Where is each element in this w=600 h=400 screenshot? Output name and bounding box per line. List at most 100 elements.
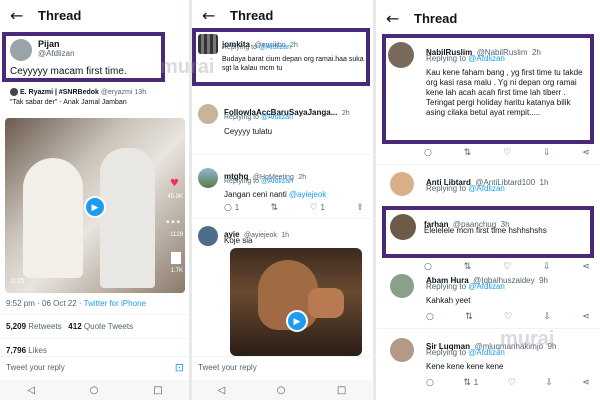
system-nav-bar: ◁ ○ □ [0,380,190,400]
bookmark-icon[interactable]: ⇩ [544,312,552,322]
nav-home-icon[interactable]: ○ [277,385,286,396]
watermark: murai [500,328,555,350]
nav-back-icon[interactable]: ◁ [27,385,35,396]
tweet-text: Kene kene kene kene [426,362,504,371]
nav-recent-icon[interactable]: □ [153,385,162,396]
reply-tweet-highlight[interactable]: farhan @paanchug 3h Elelelele mcm first … [382,206,594,258]
quoted-tweet-header[interactable]: E. Ryazmi | #SNRBedok @eryazmi 13h "Tak … [10,88,185,106]
likes-stats[interactable]: 7,796 Likes [6,346,47,355]
main-tweet-highlight: Pijan @Afdlizan Ceyyyyy macam first time… [2,32,165,82]
avatar[interactable] [390,338,414,362]
retweet-icon[interactable]: ⇅ [464,148,472,158]
back-arrow-icon[interactable]: ← [202,6,222,25]
like-icon[interactable]: ♡ [503,148,511,158]
retweet-count[interactable]: 5,209 [6,322,26,331]
quoted-video[interactable]: ▶ 0:25 ♥ 45.0K ••• 1129 1.7K [5,118,185,293]
mention-link[interactable]: @Afdlizan [468,184,505,193]
reply-tweet-highlight[interactable]: jomkita @encikbo 2h Replying to @Afdliza… [192,28,370,86]
bookmark-icon[interactable]: ⇩ [545,378,553,388]
share-icon[interactable]: ⋖ [582,378,590,388]
reply-input[interactable]: Tweet your reply [198,363,257,372]
avatar[interactable] [390,172,414,196]
like-icon[interactable]: ♡ [504,312,512,322]
quote-count[interactable]: 412 [68,322,81,331]
quoted-time: 13h [134,88,147,96]
mention-link[interactable]: @Afdlizan [261,178,293,185]
reply-icon[interactable]: ○ [424,148,432,158]
share-icon[interactable]: ⇧ [356,203,364,213]
tweet-text: Elelelele mcm first time hshhshshs [424,226,547,235]
tweet-meta: 9:52 pm · 06 Oct 22 · Twitter for iPhone [6,299,146,308]
nav-back-icon[interactable]: ◁ [218,385,226,396]
share-icon[interactable]: ⋖ [582,312,590,322]
camera-icon[interactable]: ⊡ [175,361,184,374]
page-title: Thread [230,7,274,23]
replying-to: Replying to @Afdlizan [224,114,293,121]
mention-link[interactable]: @ayiejeok [289,190,326,199]
avatar[interactable] [388,42,414,68]
reply-icon[interactable]: ○ [426,312,434,322]
top-bar: ← Thread [192,0,372,30]
avatar[interactable] [390,214,416,240]
tweet-text: Jangan ceni nanti @ayiejeok [224,190,327,199]
play-icon[interactable]: ▶ [286,310,308,332]
replying-to: Replying to @Afdlizan [426,184,505,193]
share-icon[interactable]: ⋖ [582,262,590,272]
bookmark-icon[interactable]: ⇩ [543,148,551,158]
nav-home-icon[interactable]: ○ [90,385,99,396]
tweet-text: Ceyyyyy macam first time. [10,66,127,77]
tweet-actions: ○ ⇅ ♡ ⇩ ⋖ [426,312,590,322]
share-icon[interactable]: ⋖ [582,148,590,158]
mention-link[interactable]: @Afdlizan [259,44,291,51]
reply-bar[interactable]: Tweet your reply [192,356,372,378]
avatar[interactable] [198,34,218,54]
likes-total: 7,796 [6,346,27,355]
heart-icon[interactable]: ♥ [170,178,179,189]
like-icon[interactable]: ♡ [508,378,516,388]
comments-count: 1129 [170,232,183,238]
back-arrow-icon[interactable]: ← [10,6,30,25]
retweet-icon[interactable]: ⇅ 1 [463,378,478,388]
avatar[interactable] [10,39,32,61]
like-icon[interactable]: ♡ 1 [310,203,325,213]
replying-to: Replying to @Afdlizan [426,282,505,291]
user-name[interactable]: Pijan [38,39,75,49]
mention-link[interactable]: @Afdlizan [468,54,505,63]
mention-link[interactable]: @Afdlizan [261,114,293,121]
page-title: Thread [38,7,82,23]
reply-icon[interactable]: ○ [426,378,434,388]
video-figure-groom [100,148,155,288]
avatar[interactable] [198,168,218,188]
tweet-time: 2h [298,174,307,181]
play-icon[interactable]: ▶ [84,196,106,218]
retweet-icon[interactable]: ⇅ [465,312,473,322]
avatar[interactable] [198,226,218,246]
avatar[interactable] [198,104,218,124]
replying-to: Replying to @Afdlizan [224,178,293,185]
nav-recent-icon[interactable]: □ [337,385,346,396]
avatar[interactable] [390,274,414,298]
thread-panel-3: ← Thread NabilRuslim @NabilRuslim 2h Rep… [376,0,600,400]
tweet-text: Kau kene faham bang , yg first time tu t… [426,68,583,117]
reply-bar[interactable]: Tweet your reply ⊡ [0,356,190,378]
back-arrow-icon[interactable]: ← [386,9,406,28]
tweet-actions: ○ ⇅ ♡ ⇩ ⋖ [424,148,590,158]
retweet-icon[interactable]: ⇅ [271,203,279,213]
likes-label: Likes [28,346,47,355]
quoted-avatar [10,88,18,96]
bookmark-icon[interactable] [171,252,181,264]
user-handle[interactable]: @Afdlizan [38,49,75,58]
tweet-time: 9h [539,276,548,285]
quoted-handle: @eryazmi [100,88,133,96]
mention-link[interactable]: @Afdlizan [468,282,505,291]
tweet-actions: ○ 1 ⇅ ♡ 1 ⇧ [224,203,364,213]
quoted-user-name: E. Ryazmi | #SNRBedok [19,88,99,96]
meme-video[interactable]: ▶ [230,248,362,356]
reply-icon[interactable]: ○ 1 [224,203,239,213]
reply-tweet-highlight[interactable]: NabilRuslim @NabilRuslim 2h Replying to … [382,34,594,144]
tweet-text: Ceyyyy tulatu [224,127,273,136]
comment-icon[interactable]: ••• [165,218,181,228]
tweet-time: 2h [290,42,298,49]
reply-input[interactable]: Tweet your reply [6,363,65,372]
tweet-client-link[interactable]: Twitter for iPhone [84,299,146,308]
